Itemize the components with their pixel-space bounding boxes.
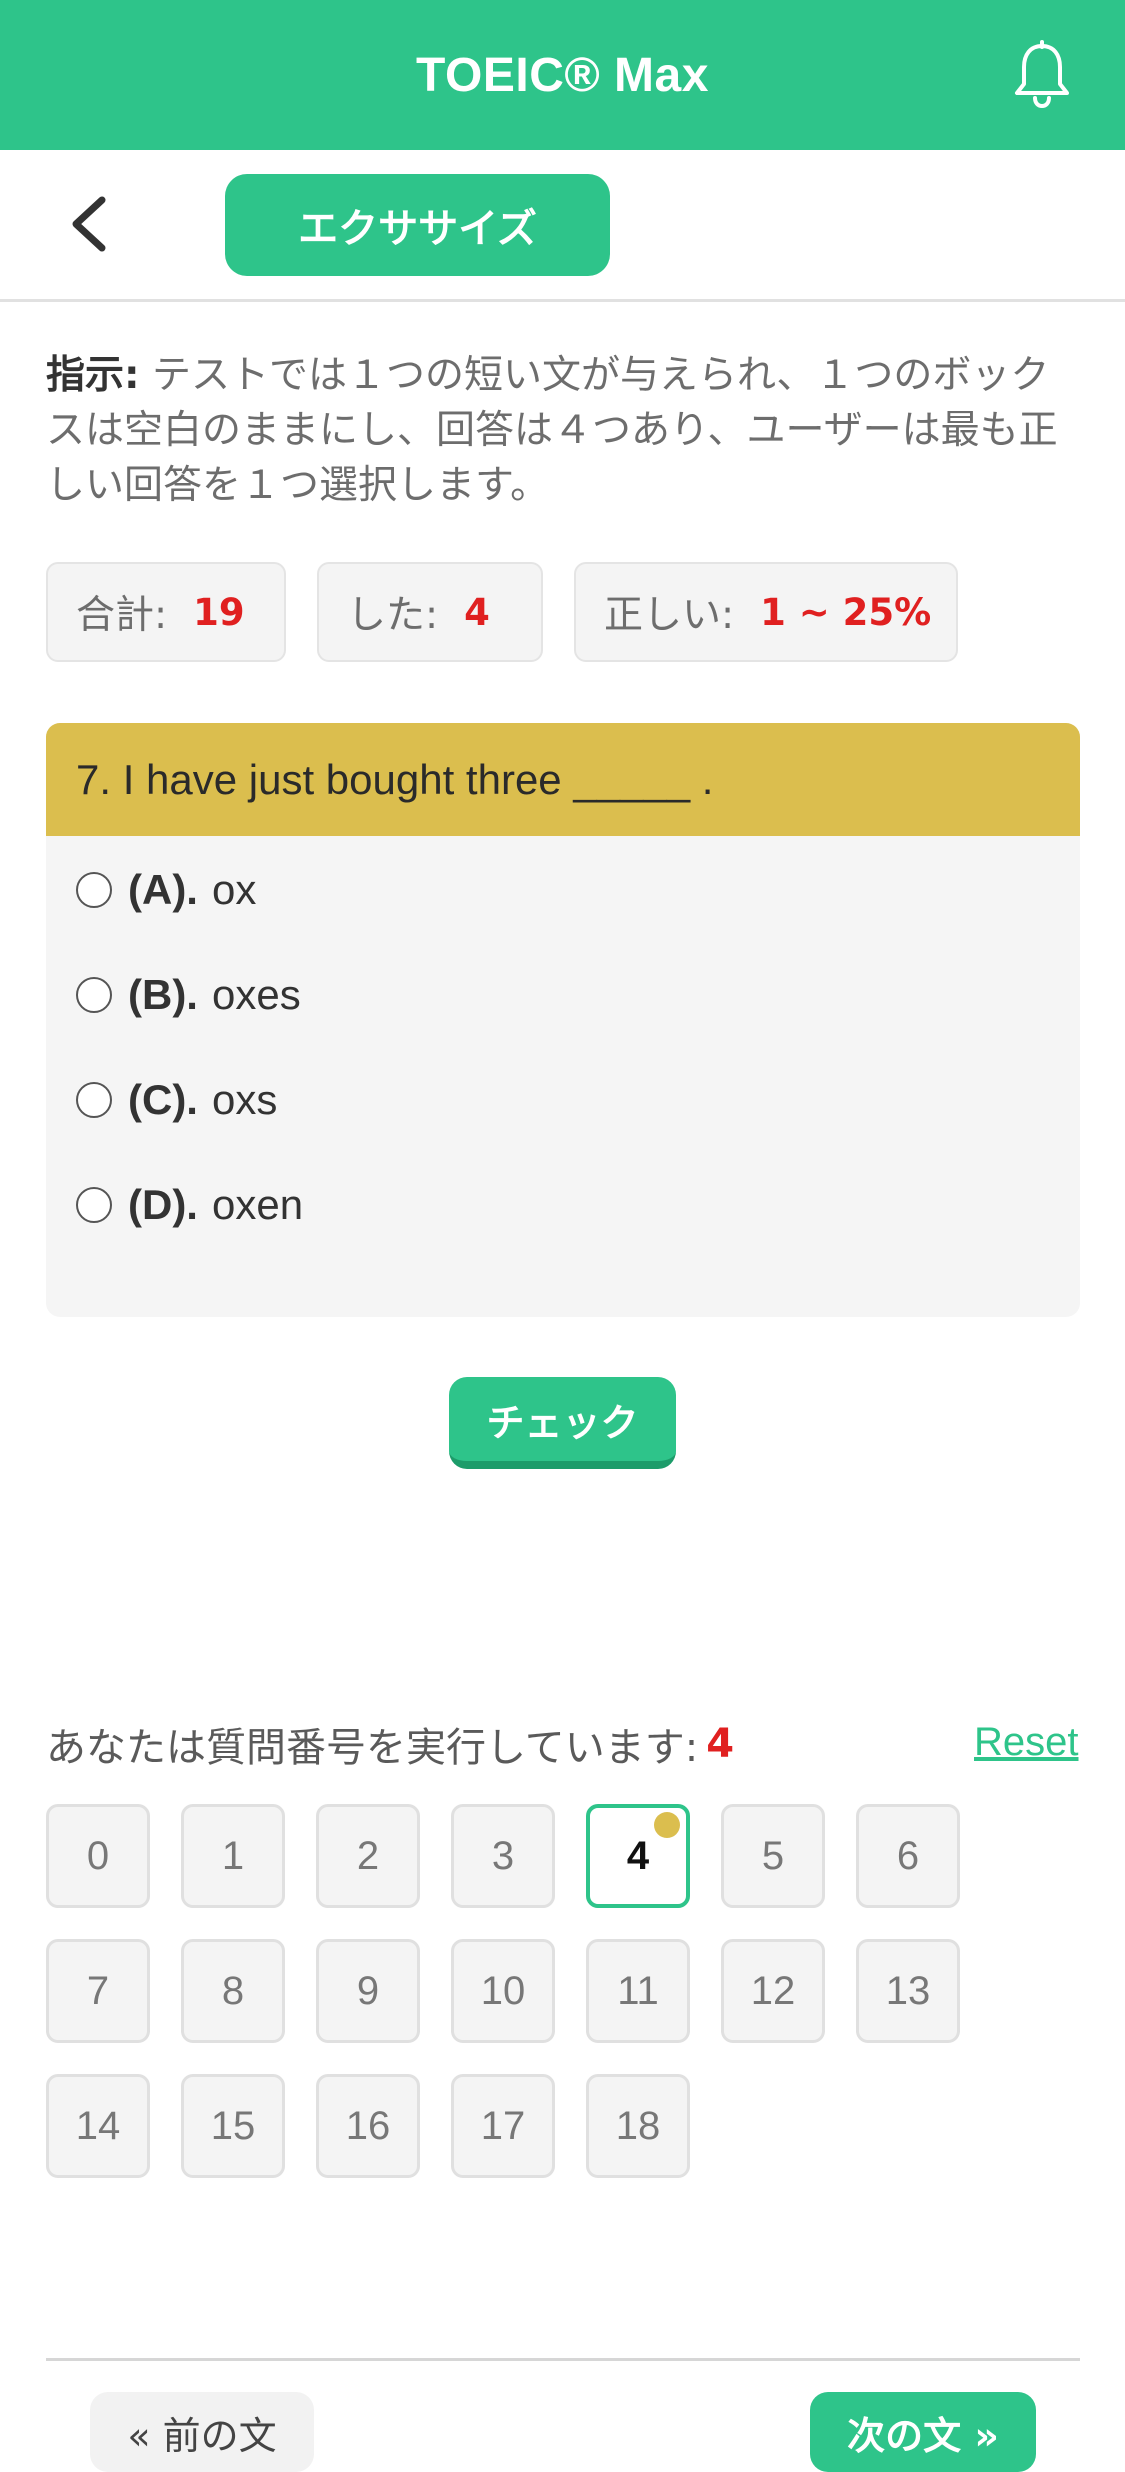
stat-done: した: 4 <box>317 562 543 662</box>
question-number-label: 1 <box>221 1833 245 1878</box>
question-number-0[interactable]: 0 <box>46 1804 150 1908</box>
question-number-label: 11 <box>617 1968 659 2013</box>
question-number-11[interactable]: 11 <box>586 1939 690 2043</box>
question-number-label: 16 <box>345 2103 391 2148</box>
question-text: 7. I have just bought three _____ . <box>46 723 1080 836</box>
question-number-label: 18 <box>615 2103 661 2148</box>
reset-link[interactable]: Reset <box>974 1714 1079 1770</box>
question-number-9[interactable]: 9 <box>316 1939 420 2043</box>
question-number-3[interactable]: 3 <box>451 1804 555 1908</box>
next-sentence-button[interactable]: 次の文 » <box>810 2392 1036 2472</box>
progress-label: あなたは質問番号を実行しています: <box>46 1725 699 1771</box>
option-d[interactable]: (D). oxen <box>76 1170 303 1240</box>
instruction: 指示: テストでは１つの短い文が与えられ、１つのボックスは空白のままにし、回答は… <box>46 348 1086 513</box>
question-number-10[interactable]: 10 <box>451 1939 555 2043</box>
question-number-8[interactable]: 8 <box>181 1939 285 2043</box>
radio-c[interactable] <box>76 1082 112 1118</box>
question-number-1[interactable]: 1 <box>181 1804 285 1908</box>
question-number-16[interactable]: 16 <box>316 2074 420 2178</box>
option-d-letter: (D). <box>128 1181 198 1228</box>
question-number-label: 10 <box>480 1968 526 2013</box>
option-c-text: oxs <box>211 1076 278 1123</box>
option-c-letter: (C). <box>128 1076 198 1123</box>
question-number-label: 9 <box>356 1968 380 2013</box>
radio-b[interactable] <box>76 977 112 1013</box>
stat-correct-value: 1 ~ 25% <box>760 590 932 634</box>
question-number-label: 5 <box>761 1833 785 1878</box>
option-a[interactable]: (A). ox <box>76 855 256 925</box>
option-b-letter: (B). <box>128 971 198 1018</box>
instruction-label: 指示: <box>46 353 140 398</box>
question-number-5[interactable]: 5 <box>721 1804 825 1908</box>
option-d-text: oxen <box>211 1181 304 1228</box>
progress-current: 4 <box>706 1721 735 1767</box>
tab-exercise[interactable]: エクササイズ <box>225 174 610 276</box>
stat-correct: 正しい: 1 ~ 25% <box>574 562 958 662</box>
question-number-label: 6 <box>896 1833 920 1878</box>
question-number-17[interactable]: 17 <box>451 2074 555 2178</box>
sub-header: エクササイズ <box>0 150 1125 302</box>
option-a-text: ox <box>211 866 257 913</box>
top-bar: TOEIC® Max <box>0 0 1125 150</box>
question-number-6[interactable]: 6 <box>856 1804 960 1908</box>
question-number-label: 8 <box>221 1968 245 2013</box>
question-number-18[interactable]: 18 <box>586 2074 690 2178</box>
instruction-text: テストでは１つの短い文が与えられ、１つのボックスは空白のままにし、回答は４つあり… <box>46 353 1058 508</box>
stat-total-label: 合計: <box>76 593 168 638</box>
question-number-label: 15 <box>210 2103 256 2148</box>
question-number-label: 17 <box>480 2103 526 2148</box>
radio-a[interactable] <box>76 872 112 908</box>
divider <box>46 2358 1080 2361</box>
option-c[interactable]: (C). oxs <box>76 1065 277 1135</box>
question-number-7[interactable]: 7 <box>46 1939 150 2043</box>
question-number-label: 7 <box>86 1968 110 2013</box>
question-number-15[interactable]: 15 <box>181 2074 285 2178</box>
option-b[interactable]: (B). oxes <box>76 960 301 1030</box>
question-number-12[interactable]: 12 <box>721 1939 825 2043</box>
question-number-label: 0 <box>86 1833 110 1878</box>
question-number-label: 14 <box>75 2103 121 2148</box>
current-indicator-dot <box>654 1812 680 1838</box>
question-number-label: 2 <box>356 1833 380 1878</box>
progress-text: あなたは質問番号を実行しています: 4 <box>46 1714 734 1774</box>
back-chevron-icon[interactable] <box>62 194 122 254</box>
question-number-label: 3 <box>491 1833 515 1878</box>
prev-sentence-button[interactable]: « 前の文 <box>90 2392 314 2472</box>
stat-done-label: した: <box>347 593 439 638</box>
stat-total-value: 19 <box>193 590 245 634</box>
question-number-label: 4 <box>626 1833 650 1878</box>
check-button[interactable]: チェック <box>449 1377 676 1469</box>
question-number-4[interactable]: 4 <box>586 1804 690 1908</box>
stat-total: 合計: 19 <box>46 562 286 662</box>
stat-done-value: 4 <box>464 590 490 634</box>
question-number-13[interactable]: 13 <box>856 1939 960 2043</box>
app-title: TOEIC® Max <box>416 48 709 102</box>
radio-d[interactable] <box>76 1187 112 1223</box>
option-a-letter: (A). <box>128 866 198 913</box>
question-number-label: 12 <box>750 1968 796 2013</box>
question-number-label: 13 <box>885 1968 931 2013</box>
question-card: 7. I have just bought three _____ . (A).… <box>46 723 1080 1317</box>
question-number-2[interactable]: 2 <box>316 1804 420 1908</box>
option-b-text: oxes <box>211 971 301 1018</box>
question-number-14[interactable]: 14 <box>46 2074 150 2178</box>
stat-correct-label: 正しい: <box>604 593 735 638</box>
bell-icon[interactable] <box>1010 40 1074 110</box>
